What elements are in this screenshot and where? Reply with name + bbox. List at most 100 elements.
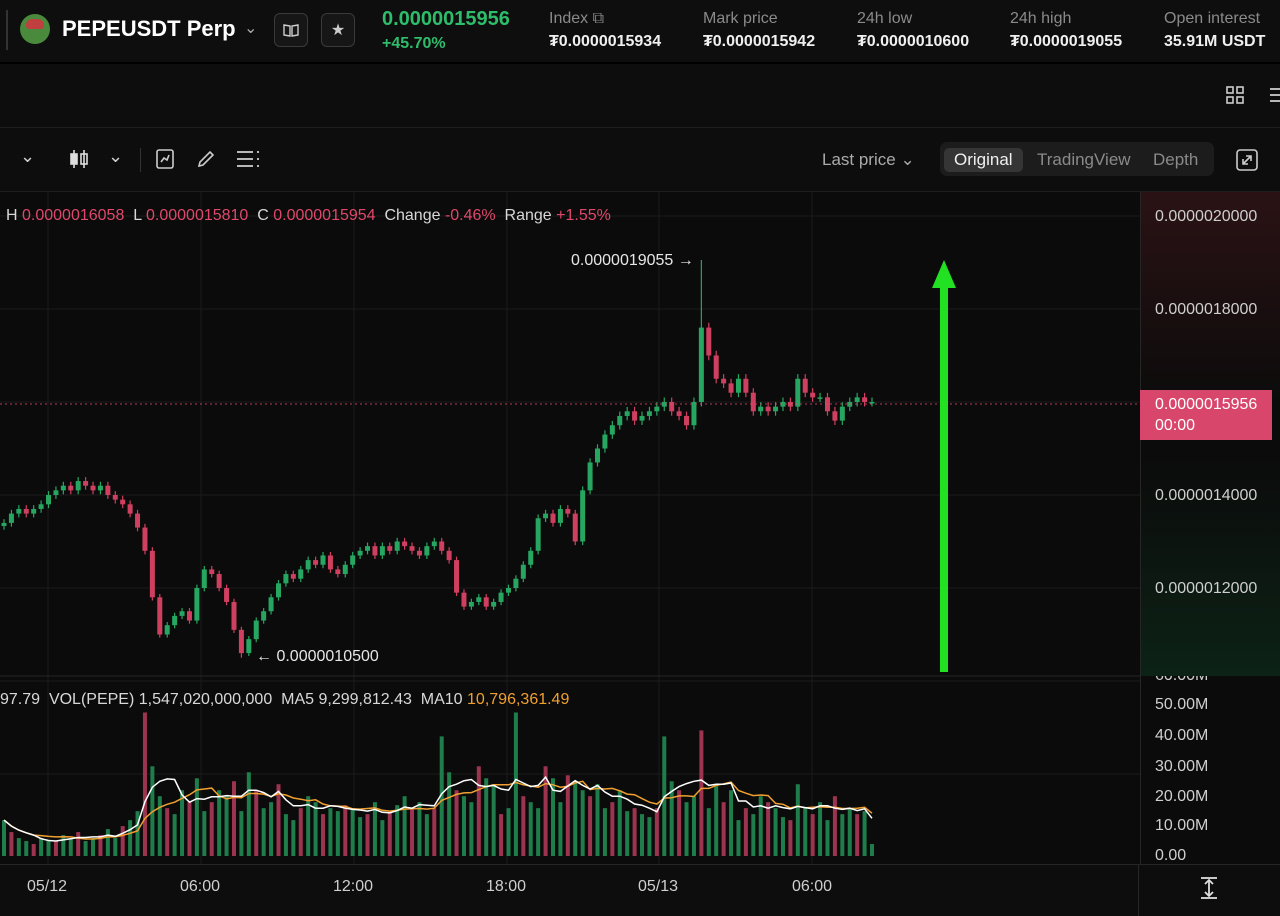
volume-bar — [142, 712, 147, 856]
candle-body — [305, 560, 311, 570]
candle-body — [253, 620, 259, 640]
candle-body — [684, 415, 690, 426]
candle-body — [90, 485, 96, 491]
volume-bar — [39, 838, 44, 856]
volume-bar — [313, 802, 318, 856]
candle-body — [498, 592, 504, 602]
volume-bar — [335, 811, 340, 856]
candle-body — [53, 490, 59, 495]
tab-depth[interactable]: Depth — [1143, 148, 1208, 172]
candle-type-glyph — [70, 150, 88, 168]
candle-body — [461, 592, 467, 607]
volume-bar — [165, 808, 170, 856]
volume-bar — [157, 796, 162, 856]
volume-bar — [291, 820, 296, 856]
volume-bar — [432, 808, 437, 856]
candle-body — [439, 541, 445, 551]
price-volume-chart[interactable] — [0, 192, 1140, 864]
candle-body — [691, 402, 697, 426]
ma10-value: 10,796,361.49 — [467, 691, 570, 708]
candle-body — [565, 508, 571, 514]
volume-bar — [736, 820, 741, 856]
draw-pencil-icon[interactable] — [196, 149, 216, 174]
candle-body — [765, 406, 771, 412]
candle-body — [669, 402, 675, 412]
low-annotation: ← 0.0000010500 — [256, 648, 379, 665]
price-type-dropdown[interactable]: Last price ⌄ — [822, 150, 915, 170]
current-price-countdown: 00:00 — [1155, 417, 1196, 434]
volume-label: VOL(PEPE) — [48, 691, 135, 708]
volume-bar — [120, 826, 125, 856]
candle-body — [698, 327, 704, 402]
volume-bar — [53, 841, 58, 856]
volume-tick: 50.00M — [1155, 696, 1209, 713]
chart-settings-glyph — [237, 151, 259, 167]
candle-body — [357, 550, 363, 556]
volume-tick: 0.00 — [1155, 847, 1187, 864]
volume-bar — [818, 802, 823, 856]
candle-body — [186, 611, 192, 621]
chart-settings-icon[interactable] — [236, 150, 260, 173]
candle-body — [854, 397, 860, 402]
candle-body — [142, 527, 148, 551]
candle-body — [68, 485, 74, 491]
volume-bar — [172, 814, 177, 856]
grid-layout-icon[interactable] — [1226, 86, 1244, 109]
volume-bar — [773, 808, 778, 856]
interval-dropdown-chevron-icon[interactable]: ⌄ — [20, 146, 35, 167]
volume-bar — [461, 796, 466, 856]
candle-body — [624, 411, 630, 416]
ma5-label: MA5 — [281, 691, 315, 708]
volume-tick: 40.00M — [1155, 727, 1209, 744]
chevron-down-icon[interactable]: ⌄ — [244, 18, 257, 38]
candle-body — [431, 541, 437, 547]
favorite-star-icon[interactable]: ★ — [321, 13, 355, 47]
volume-bar — [632, 808, 637, 856]
volume-bar — [269, 802, 274, 856]
high-annotation: 0.0000019055 → — [571, 252, 694, 269]
candle-body — [446, 550, 452, 561]
index-label[interactable]: Index ⧉ — [549, 10, 604, 28]
volume-bar — [283, 814, 288, 856]
high-label: H — [6, 207, 18, 224]
indicator-glyph — [156, 149, 174, 169]
candle-type-chevron-icon[interactable]: ⌄ — [108, 146, 123, 167]
volume-bar — [840, 814, 845, 856]
axis-divider — [1138, 865, 1139, 916]
reset-scale-icon[interactable] — [1198, 876, 1220, 905]
volume-bar — [16, 838, 21, 856]
price-tick: 0.0000020000 — [1155, 208, 1258, 225]
candle-body — [639, 415, 645, 421]
reset-scale-glyph — [1201, 877, 1217, 899]
fullscreen-glyph — [1236, 149, 1258, 171]
candle-body — [424, 546, 430, 556]
candle-body — [46, 495, 52, 505]
volume-bar — [803, 808, 808, 856]
volume-bar — [380, 820, 385, 856]
volume-bar — [24, 841, 29, 856]
volume-bar — [617, 790, 622, 856]
volume-bar — [447, 772, 452, 856]
current-price-badge: 0.0000015956 00:00 — [1140, 390, 1272, 440]
menu-icon[interactable] — [1268, 86, 1280, 109]
tab-original[interactable]: Original — [944, 148, 1023, 172]
candle-body — [491, 601, 497, 607]
candle-body — [802, 378, 808, 393]
time-tick: 05/13 — [638, 878, 679, 895]
volume-bar — [224, 796, 229, 856]
time-tick: 06:00 — [180, 878, 221, 895]
indicator-icon[interactable] — [156, 149, 174, 174]
candle-type-icon[interactable] — [68, 148, 90, 175]
candle-body — [379, 546, 385, 556]
candle-body — [535, 518, 541, 551]
tab-tradingview[interactable]: TradingView — [1027, 148, 1141, 172]
candle-body — [194, 588, 200, 621]
fullscreen-icon[interactable] — [1236, 149, 1258, 176]
candle-body — [721, 378, 727, 384]
volume-bar — [788, 820, 793, 856]
symbol-title[interactable]: PEPEUSDT Perp — [62, 16, 236, 42]
volume-bar — [343, 805, 348, 856]
book-icon[interactable] — [274, 13, 308, 47]
candle-body — [16, 508, 22, 514]
mark-price-value: ₮0.0000015942 — [703, 33, 816, 50]
